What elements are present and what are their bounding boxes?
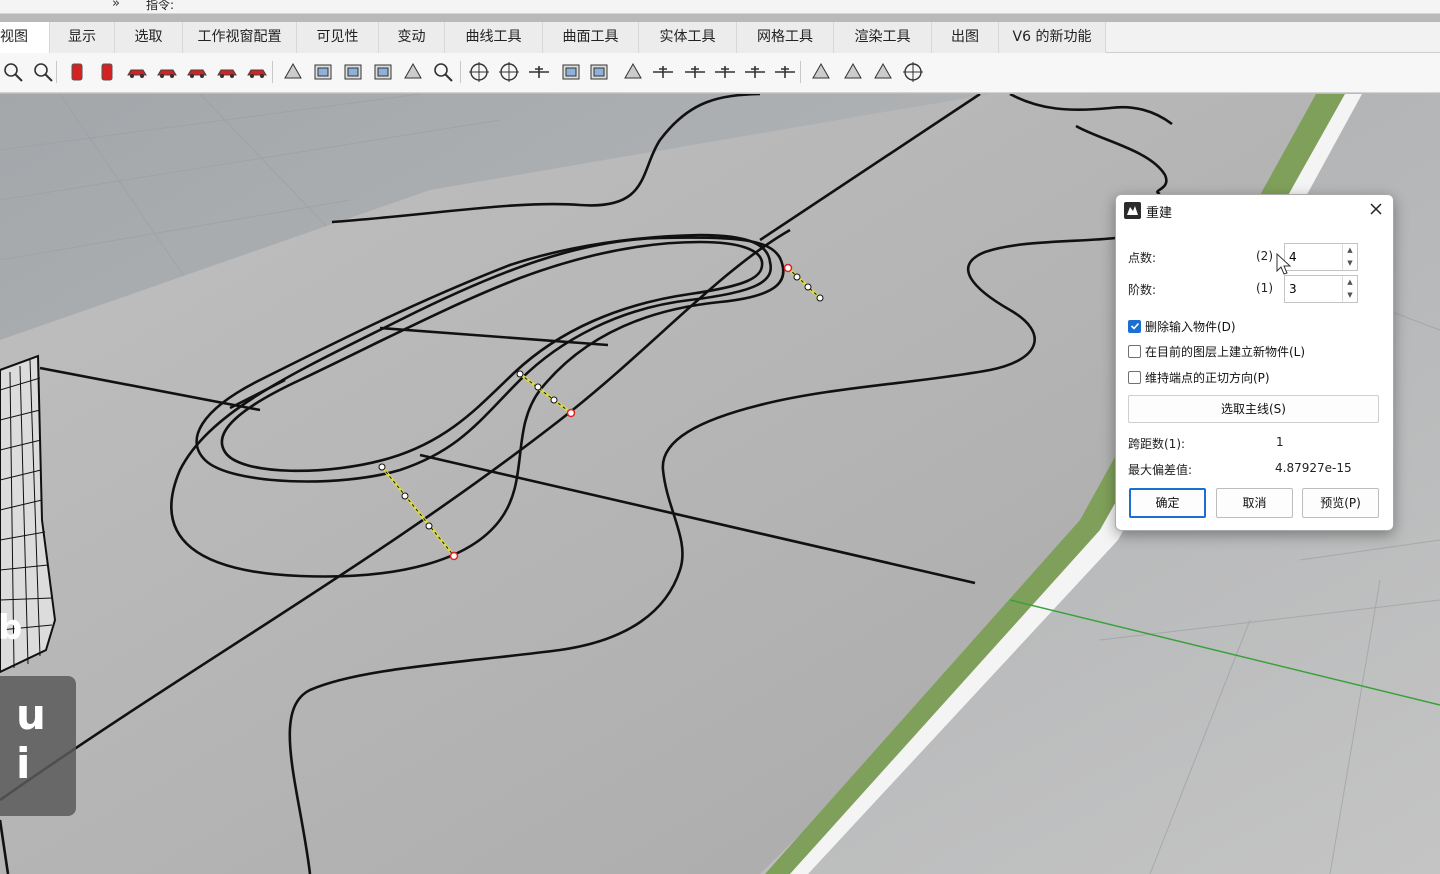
walk-icon[interactable] [840,59,866,85]
degree-label: 阶数: [1128,283,1157,297]
mouse-cursor-icon [1276,253,1292,275]
ribbon-tab-bar: 视图 显示 选取 工作视窗配置 可见性 变动 曲线工具 曲面工具 实体工具 网格工具 渲染工具 出图 V… [0,22,1440,53]
red-column-icon[interactable] [94,59,120,85]
tab-9[interactable]: 实体工具 [639,22,737,53]
checkbox-unchecked-icon[interactable] [1128,370,1141,384]
decrement-arrow-icon[interactable]: ▼ [1343,289,1357,302]
red-object-icon[interactable] [64,59,90,85]
checkbox-label: 删除输入物件(D) [1145,319,1236,334]
select-main-curve-button[interactable]: 选取主线(S) [1128,395,1379,423]
stand-icon[interactable] [650,59,676,85]
sparkle-icon[interactable] [870,59,896,85]
increment-arrow-icon[interactable]: ▲ [1343,244,1357,257]
tab-13[interactable]: V6 的新功能 [999,22,1106,53]
point-count-input[interactable] [1285,244,1343,270]
aircraft-3-icon[interactable] [742,59,768,85]
red-car-front-icon[interactable] [214,59,240,85]
command-prompt: 指令: [146,0,175,12]
watermark-fragment: b [0,608,23,648]
red-car-flat-icon[interactable] [184,59,210,85]
tab-5[interactable]: 可见性 [297,22,379,53]
rebuild-dialog: 重建 点数: (2) ▲ ▼ 阶数: (1) ▲ ▼ 删除输入物件(D) 在目前… [1115,194,1394,531]
delete-input-checkbox[interactable]: 删除输入物件(D) [1128,317,1236,335]
main-toolbar [0,53,1440,93]
zoom-extents-icon[interactable] [30,59,56,85]
toolbar-separator [272,61,273,83]
printer-icon[interactable] [340,59,366,85]
dialog-title: 重建 [1146,206,1173,221]
red-car-icon[interactable] [124,59,150,85]
close-icon[interactable] [1367,200,1385,218]
tab-2[interactable]: 显示 [50,22,115,53]
aircraft-4-icon[interactable] [772,59,798,85]
toolbar-separator [460,61,461,83]
checkbox-label: 在目前的图层上建立新物件(L) [1145,344,1306,359]
dialog-titlebar[interactable]: 重建 [1116,195,1393,225]
target-green-icon[interactable] [496,59,522,85]
two-zoom-icon[interactable] [430,59,456,85]
max-deviation-label: 最大偏差值: [1128,463,1193,477]
tab-8[interactable]: 曲面工具 [543,22,639,53]
sphere-icon[interactable] [400,59,426,85]
rotate-icon[interactable] [808,59,834,85]
watermark-badge: u i [0,676,76,816]
cube-icon[interactable] [586,59,612,85]
tab-1[interactable]: 视图 [0,22,50,53]
keep-tangent-checkbox[interactable]: 维持端点的正切方向(P) [1128,368,1270,386]
preview-button[interactable]: 预览(P) [1302,488,1379,518]
command-bar[interactable]: » 指令: [0,0,1440,14]
elevator-icon[interactable] [526,59,552,85]
red-car-side-icon[interactable] [154,59,180,85]
degree-stepper[interactable]: ▲ ▼ [1284,275,1358,303]
checkbox-checked-icon[interactable] [1128,319,1141,333]
checkbox-unchecked-icon[interactable] [1128,344,1141,358]
zoom-icon[interactable] [0,59,26,85]
max-deviation-value: 4.87927e-15 [1275,461,1352,475]
layout-icon[interactable] [370,59,396,85]
degree-input[interactable] [1285,276,1343,302]
decrement-arrow-icon[interactable]: ▼ [1343,257,1357,270]
rhino-app-icon [1124,202,1141,219]
tilt-view-icon[interactable] [280,59,306,85]
degree-previous: (1) [1256,281,1273,295]
point-count-label: 点数: [1128,251,1157,265]
point-count-stepper[interactable]: ▲ ▼ [1284,243,1358,271]
increment-arrow-icon[interactable]: ▲ [1343,276,1357,289]
span-count-value: 1 [1276,435,1284,449]
tab-7[interactable]: 曲线工具 [445,22,543,53]
aircraft-icon[interactable] [682,59,708,85]
toolbar-separator [800,61,801,83]
current-layer-checkbox[interactable]: 在目前的图层上建立新物件(L) [1128,342,1305,360]
compass-icon[interactable] [900,59,926,85]
tab-6[interactable]: 变动 [379,22,445,53]
checkbox-label: 维持端点的正切方向(P) [1145,370,1270,385]
tab-12[interactable]: 出图 [932,22,999,53]
walker-icon[interactable] [620,59,646,85]
point-count-previous: (2) [1256,249,1273,263]
aircraft-2-icon[interactable] [712,59,738,85]
tab-4[interactable]: 工作视窗配置 [183,22,297,53]
toolbar-separator [56,61,57,83]
span-count-label: 跨距数(1): [1128,437,1186,451]
cancel-button[interactable]: 取消 [1216,488,1293,518]
tab-10[interactable]: 网格工具 [737,22,834,53]
red-car-3d-icon[interactable] [244,59,270,85]
camera-icon[interactable] [310,59,336,85]
tab-11[interactable]: 渲染工具 [834,22,932,53]
ok-button[interactable]: 确定 [1129,488,1206,518]
command-chevron-icon[interactable]: » [112,0,120,11]
watermark-text: u i [16,690,54,788]
tab-3[interactable]: 选取 [115,22,183,53]
target-icon[interactable] [466,59,492,85]
map-icon[interactable] [558,59,584,85]
